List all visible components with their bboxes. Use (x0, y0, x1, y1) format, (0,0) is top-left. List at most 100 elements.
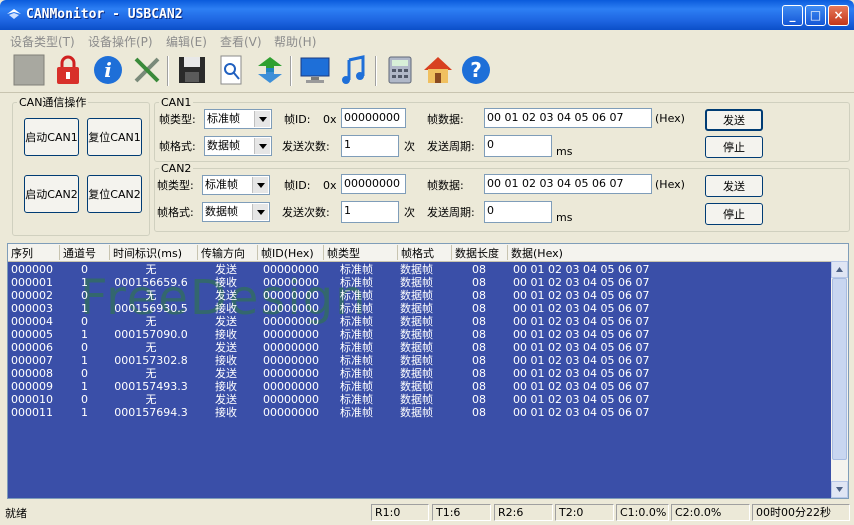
can1-frame-id-input[interactable]: 00000000 (341, 108, 406, 128)
can2-frame-id-label: 帧ID: (284, 179, 311, 192)
tools-icon[interactable] (131, 54, 163, 86)
cell-frame-id: 00000000 (263, 315, 319, 328)
cell-channel: 1 (81, 276, 88, 289)
status-c1: C1:0.0% (616, 504, 669, 521)
table-row[interactable]: 000010 0 无 发送 00000000 标准帧 数据帧 08 00 01 02 03 04… (8, 393, 831, 406)
can2-frame-format-select[interactable]: 数据帧 (202, 202, 270, 222)
cell-frame-type: 标准帧 (340, 315, 373, 328)
scroll-up-button[interactable] (831, 261, 848, 278)
reset-can1-button[interactable]: 复位CAN1 (87, 118, 142, 156)
cell-frame-format: 数据帧 (400, 341, 433, 354)
refresh-icon[interactable] (254, 54, 286, 86)
col-header-length[interactable]: 数据长度 (452, 245, 508, 260)
table-row[interactable]: 000003 1 000156930.5 接收 00000000 标准帧 数据帧 08 00 0… (8, 302, 831, 315)
cell-direction: 发送 (215, 341, 237, 354)
status-c2: C2:0.0% (671, 504, 750, 521)
can1-send-count-input[interactable]: 1 (341, 135, 399, 157)
can1-frame-type-select[interactable]: 标准帧 (204, 109, 272, 129)
save-icon[interactable] (176, 54, 208, 86)
can2-frame-id-input[interactable]: 00000000 (341, 174, 406, 194)
table-row[interactable]: 000004 0 无 发送 00000000 标准帧 数据帧 08 00 01 02 03 04… (8, 315, 831, 328)
cell-frame-id: 00000000 (263, 406, 319, 419)
lock-icon[interactable] (52, 54, 84, 86)
can1-frame-format-select[interactable]: 数据帧 (204, 136, 272, 156)
reset-can2-button[interactable]: 复位CAN2 (87, 175, 142, 213)
can2-frame-type-select[interactable]: 标准帧 (202, 175, 270, 195)
minimize-button[interactable]: _ (782, 5, 803, 26)
close-button[interactable]: × (828, 5, 849, 26)
col-header-frame-format[interactable]: 帧格式 (398, 245, 452, 260)
cell-channel: 1 (81, 302, 88, 315)
vertical-scrollbar[interactable] (831, 261, 848, 498)
can2-period-input[interactable]: 0 (484, 201, 552, 223)
cell-seq: 000002 (11, 289, 53, 302)
scroll-thumb[interactable] (832, 278, 847, 460)
cell-time: 000157302.8 (114, 354, 188, 367)
menu-device-type[interactable]: 设备类型(T) (10, 33, 75, 50)
start-can2-button[interactable]: 启动CAN2 (24, 175, 79, 213)
cell-frame-id: 00000000 (263, 380, 319, 393)
can1-data-label: 帧数据: (427, 113, 464, 126)
col-header-data[interactable]: 数据(Hex) (508, 245, 831, 260)
cell-time: 000156659.6 (114, 276, 188, 289)
cell-time: 000156930.5 (114, 302, 188, 315)
cell-frame-format: 数据帧 (400, 406, 433, 419)
can2-0x-label: 0x (323, 179, 337, 192)
help-icon[interactable]: ? (460, 54, 492, 86)
cell-channel: 0 (81, 367, 88, 380)
can1-send-button[interactable]: 发送 (705, 109, 763, 131)
home-icon[interactable] (422, 54, 454, 86)
can1-0x-label: 0x (323, 113, 337, 126)
cell-time: 000157090.0 (114, 328, 188, 341)
can1-period-input[interactable]: 0 (484, 135, 552, 157)
cell-data: 00 01 02 03 04 05 06 07 (513, 263, 650, 276)
cell-length: 08 (472, 406, 486, 419)
can1-send-count-label: 发送次数: (282, 140, 330, 153)
menu-bar: 设备类型(T) 设备操作(P) 编辑(E) 查看(V) 帮助(H) (0, 30, 854, 50)
col-header-channel[interactable]: 通道号 (60, 245, 110, 260)
table-row[interactable]: 000005 1 000157090.0 接收 00000000 标准帧 数据帧 08 00 0… (8, 328, 831, 341)
can1-stop-button[interactable]: 停止 (705, 136, 763, 158)
table-row[interactable]: 000002 0 无 发送 00000000 标准帧 数据帧 08 00 01 02 03 04… (8, 289, 831, 302)
col-header-seq[interactable]: 序列 (8, 245, 60, 260)
col-header-frame-id[interactable]: 帧ID(Hex) (258, 245, 324, 260)
can1-frame-id-label: 帧ID: (284, 113, 311, 126)
scroll-down-button[interactable] (831, 481, 848, 498)
find-icon[interactable] (215, 54, 247, 86)
table-row[interactable]: 000011 1 000157694.3 接收 00000000 标准帧 数据帧 08 00 0… (8, 406, 831, 419)
menu-device-ops[interactable]: 设备操作(P) (88, 33, 153, 50)
menu-edit[interactable]: 编辑(E) (166, 33, 207, 50)
table-row[interactable]: 000007 1 000157302.8 接收 00000000 标准帧 数据帧 08 00 0… (8, 354, 831, 367)
toolbar-separator (290, 56, 292, 86)
can2-stop-button[interactable]: 停止 (705, 203, 763, 225)
cell-direction: 发送 (215, 263, 237, 276)
table-row[interactable]: 000009 1 000157493.3 接收 00000000 标准帧 数据帧 08 00 0… (8, 380, 831, 393)
can2-send-count-input[interactable]: 1 (341, 201, 399, 223)
can2-data-input[interactable]: 00 01 02 03 04 05 06 07 (484, 174, 652, 194)
status-bar: 就绪 R1:0 T1:6 R2:6 T2:0 C1:0.0% C2:0.0% 0… (0, 500, 854, 525)
cell-data: 00 01 02 03 04 05 06 07 (513, 276, 650, 289)
table-row[interactable]: 000008 0 无 发送 00000000 标准帧 数据帧 08 00 01 02 03 04… (8, 367, 831, 380)
cell-length: 08 (472, 393, 486, 406)
monitor-icon[interactable] (299, 54, 331, 86)
cell-length: 08 (472, 315, 486, 328)
start-can1-button[interactable]: 启动CAN1 (24, 118, 79, 156)
music-icon[interactable] (338, 54, 370, 86)
info-icon[interactable]: i (92, 54, 124, 86)
maximize-button[interactable]: □ (805, 5, 826, 26)
can2-hex-label: (Hex) (655, 178, 685, 191)
calculator-icon[interactable] (384, 54, 416, 86)
col-header-time[interactable]: 时间标识(ms) (110, 245, 198, 260)
can2-send-count-label: 发送次数: (282, 206, 330, 219)
menu-view[interactable]: 查看(V) (220, 33, 262, 50)
table-row[interactable]: 000000 0 无发送 00000000 标准帧 数据帧 08 00 01 02 03 04… (8, 263, 831, 276)
can2-send-button[interactable]: 发送 (705, 175, 763, 197)
can1-data-input[interactable]: 00 01 02 03 04 05 06 07 (484, 108, 652, 128)
blank-icon[interactable] (13, 54, 45, 86)
menu-help[interactable]: 帮助(H) (274, 33, 316, 50)
table-row[interactable]: 000006 0 无 发送 00000000 标准帧 数据帧 08 00 01 02 03 04… (8, 341, 831, 354)
message-list[interactable]: 序列 通道号 时间标识(ms) 传输方向 帧ID(Hex) 帧类型 帧格式 数据… (7, 243, 849, 499)
col-header-direction[interactable]: 传输方向 (198, 245, 258, 260)
table-row[interactable]: 000001 1 000156659.6 接收 00000000 标准帧 数据帧 08 00 0… (8, 276, 831, 289)
col-header-frame-type[interactable]: 帧类型 (324, 245, 398, 260)
